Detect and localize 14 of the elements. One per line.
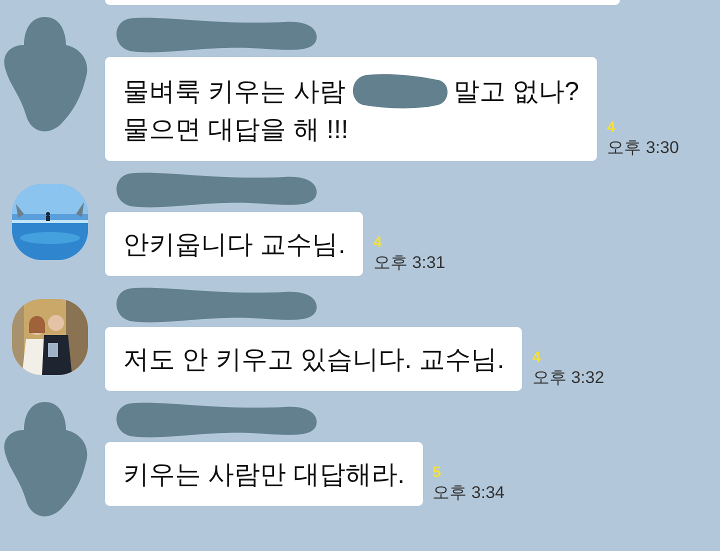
unread-count: 4 [373, 234, 383, 251]
message-time: 오후 3:30 [607, 137, 679, 159]
message-text: 물벼룩 키우는 사람 [123, 75, 346, 108]
message-text: 말고 없나? [453, 75, 580, 108]
message-time: 오후 3:31 [373, 252, 446, 274]
message-text: 물으면 대답을 해 !!! [123, 113, 348, 146]
unread-count: 4 [532, 349, 542, 366]
message-text: 안키웁니다 교수님. [123, 228, 346, 261]
message-text: 저도 안 키우고 있습니다. 교수님. [123, 343, 504, 376]
unread-count: 5 [432, 464, 442, 481]
unread-count: 4 [607, 119, 616, 136]
message-time: 오후 3:32 [532, 367, 604, 389]
message-time: 오후 3:34 [432, 482, 504, 504]
message-text: 키우는 사람만 대답해라. [123, 458, 405, 491]
